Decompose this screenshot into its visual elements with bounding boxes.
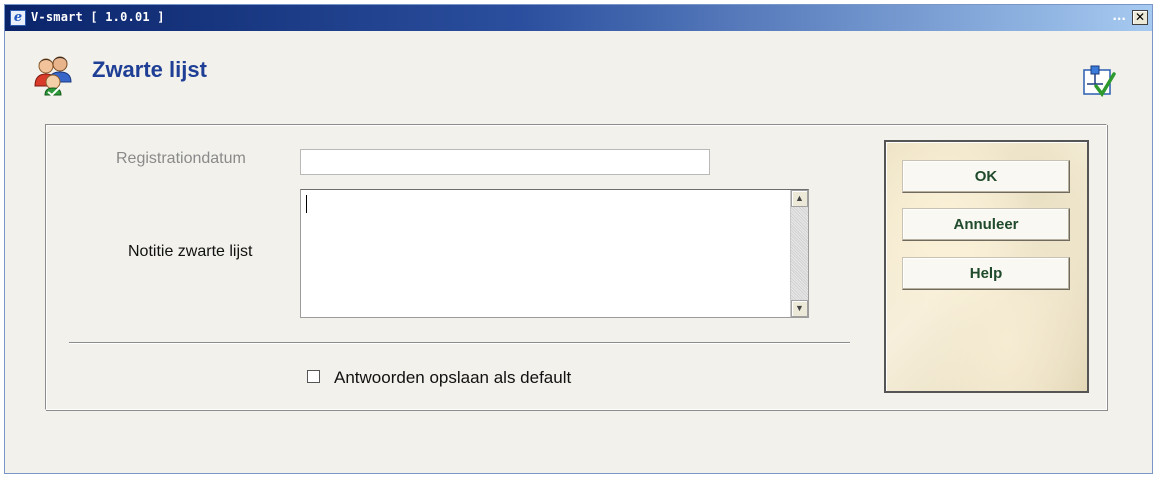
save-defaults-checkbox[interactable]: [307, 370, 320, 383]
users-group-icon: [34, 56, 72, 96]
registration-date-input[interactable]: [300, 149, 710, 175]
text-caret: [306, 195, 307, 213]
app-e-icon: e: [10, 10, 26, 26]
note-scrollbar[interactable]: ▲ ▼: [790, 190, 808, 317]
help-button[interactable]: Help: [902, 257, 1070, 290]
cancel-button[interactable]: Annuleer: [902, 208, 1070, 241]
registration-date-label: Registrationdatum: [116, 150, 246, 167]
title-ellipsis: ...: [1112, 9, 1126, 23]
title-bar[interactable]: e V-smart [ 1.0.01 ] ... ✕: [5, 5, 1152, 31]
note-textarea[interactable]: ▲ ▼: [300, 189, 809, 318]
save-defaults-label[interactable]: Antwoorden opslaan als default: [334, 368, 571, 388]
ok-button[interactable]: OK: [902, 160, 1070, 193]
note-label: Notitie zwarte lijst: [128, 243, 253, 260]
scroll-up-icon[interactable]: ▲: [791, 190, 808, 207]
scroll-down-icon[interactable]: ▼: [791, 300, 808, 317]
page-title: Zwarte lijst: [92, 57, 207, 82]
close-button[interactable]: ✕: [1132, 10, 1148, 25]
wizard-check-icon[interactable]: [1082, 64, 1116, 98]
divider: [69, 342, 850, 344]
window-title: V-smart [ 1.0.01 ]: [31, 10, 165, 24]
